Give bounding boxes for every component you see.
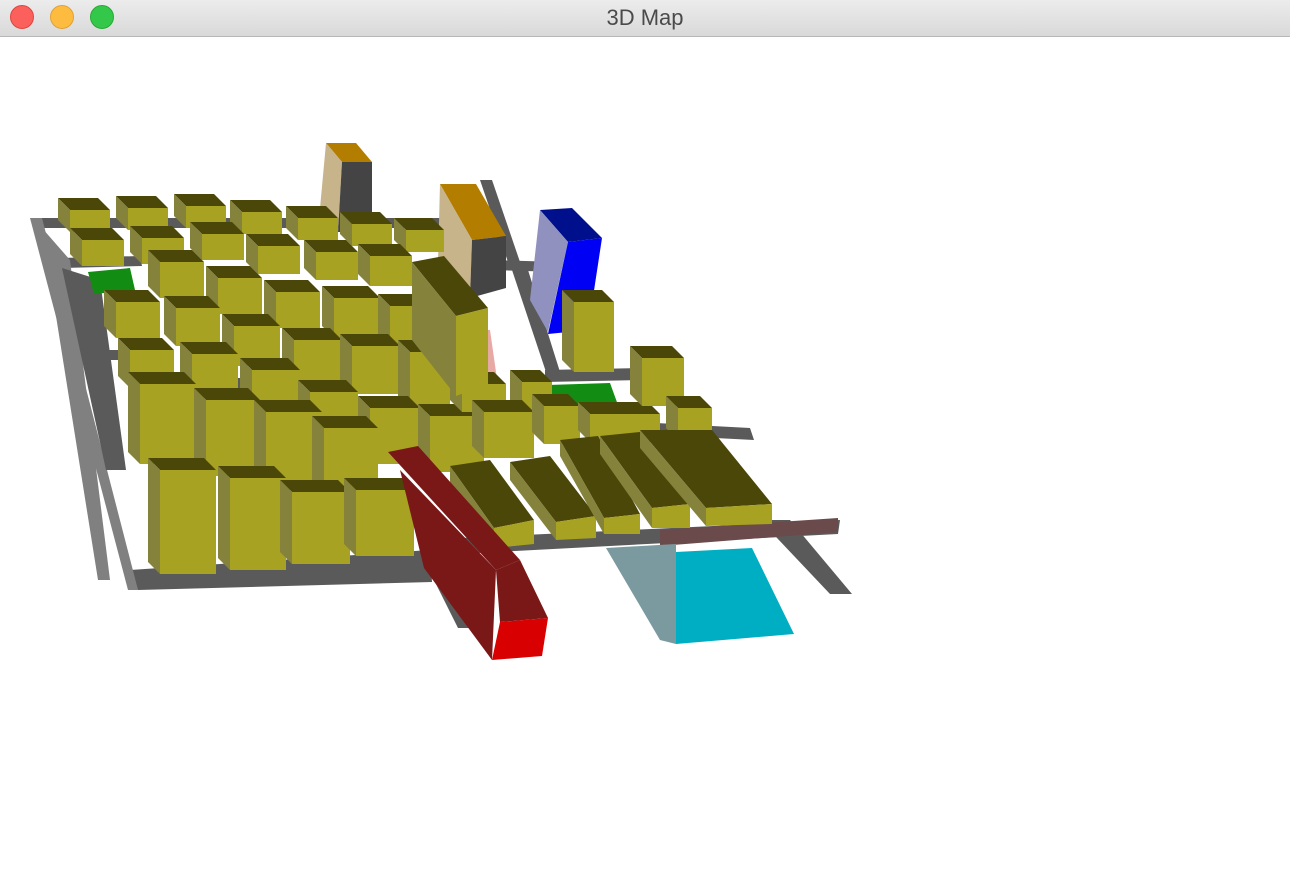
building-side — [148, 458, 160, 574]
building-front — [352, 346, 400, 394]
building-front — [406, 230, 444, 252]
building-front — [292, 492, 350, 564]
building-front — [652, 504, 690, 528]
building-front — [242, 212, 282, 234]
window-title: 3D Map — [606, 5, 684, 30]
building-front — [544, 406, 580, 444]
red-block-front — [496, 560, 548, 622]
cyan-plane-side — [606, 544, 676, 644]
building-top — [280, 480, 350, 492]
building-front — [218, 278, 262, 314]
building-front — [176, 308, 220, 346]
building-front — [352, 224, 392, 246]
building-front — [356, 490, 414, 556]
orange-tower-front — [470, 236, 506, 298]
building-front — [316, 252, 358, 280]
building-front — [140, 384, 196, 464]
building-front — [82, 240, 124, 266]
map-3d-canvas[interactable] — [0, 37, 1290, 890]
building-side — [128, 372, 140, 464]
title-bar[interactable]: 3D Map — [0, 0, 1290, 37]
app-window: 3D Map — [0, 0, 1290, 890]
map-3d-viewport[interactable] — [0, 37, 1290, 890]
building-front — [276, 292, 320, 328]
building-front — [298, 218, 338, 240]
building-side — [280, 480, 292, 564]
building-side — [562, 290, 574, 372]
building-front — [574, 302, 614, 372]
building-front — [202, 234, 244, 260]
building-front — [116, 302, 160, 338]
building-side — [218, 466, 230, 570]
building-front — [230, 478, 286, 570]
building-front — [258, 246, 300, 274]
building-side — [344, 478, 356, 556]
red-block-end — [492, 618, 548, 660]
building-front — [294, 340, 342, 384]
building-front — [160, 470, 216, 574]
building-front — [160, 262, 204, 298]
building-front — [206, 400, 260, 476]
cyan-plane-top — [676, 548, 794, 644]
building-front — [456, 308, 488, 396]
building-front — [334, 298, 380, 338]
building-front — [370, 256, 412, 286]
building-front — [484, 412, 534, 458]
